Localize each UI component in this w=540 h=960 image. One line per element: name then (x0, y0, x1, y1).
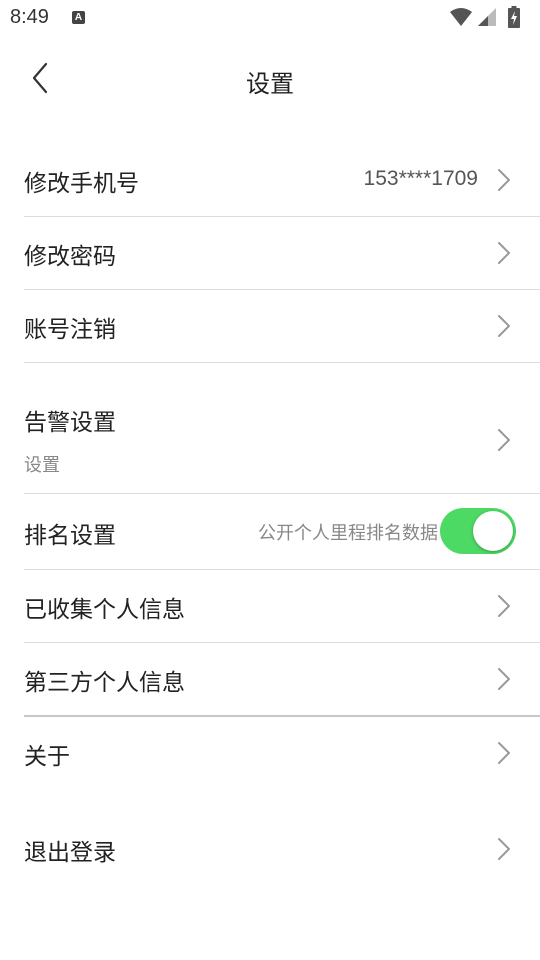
alarm-settings-row[interactable]: 告警设置 设置 (24, 363, 540, 494)
page-title: 设置 (246, 70, 294, 98)
notification-a-icon: A (72, 11, 85, 24)
wifi-icon (450, 8, 472, 26)
chevron-right-icon (498, 429, 510, 451)
ranking-toggle[interactable] (440, 508, 516, 554)
delete-account-row[interactable]: 账号注销 (24, 290, 540, 363)
chevron-right-icon (498, 838, 510, 860)
change-password-row[interactable]: 修改密码 (24, 217, 540, 290)
phone-number-value: 153****1709 (363, 167, 478, 190)
chevron-right-icon (498, 742, 510, 764)
chevron-right-icon (498, 242, 510, 264)
status-bar: 8:49 A (0, 0, 540, 36)
ranking-settings-label: 排名设置 (24, 523, 116, 549)
collected-info-row[interactable]: 已收集个人信息 (24, 570, 540, 643)
chevron-right-icon (498, 595, 510, 617)
toolbar: 设置 (0, 44, 540, 114)
ranking-settings-row: 排名设置 公开个人里程排名数据 (24, 494, 540, 570)
alarm-settings-sub: 设置 (24, 455, 60, 476)
status-icons (450, 6, 530, 28)
about-label: 关于 (24, 744, 70, 770)
third-party-info-row[interactable]: 第三方个人信息 (24, 643, 540, 717)
battery-charging-icon (508, 6, 520, 28)
delete-account-label: 账号注销 (24, 317, 116, 343)
alarm-settings-label: 告警设置 (24, 410, 116, 436)
change-phone-row[interactable]: 修改手机号 153****1709 (24, 144, 540, 217)
logout-row[interactable]: 退出登录 (24, 813, 540, 885)
settings-list: 修改手机号 153****1709 修改密码 账号注销 告警设置 设置 排名设置… (24, 144, 540, 885)
chevron-right-icon (498, 169, 510, 191)
cell-signal-icon (478, 8, 496, 26)
collected-info-label: 已收集个人信息 (24, 597, 185, 623)
ranking-public-hint: 公开个人里程排名数据 (258, 523, 438, 544)
change-phone-label: 修改手机号 (24, 171, 139, 197)
about-row[interactable]: 关于 (24, 717, 540, 789)
logout-label: 退出登录 (24, 840, 116, 866)
chevron-right-icon (498, 668, 510, 690)
chevron-right-icon (498, 315, 510, 337)
change-password-label: 修改密码 (24, 244, 116, 270)
status-time: 8:49 (10, 6, 49, 28)
toggle-knob (473, 511, 513, 551)
third-party-info-label: 第三方个人信息 (24, 670, 185, 696)
